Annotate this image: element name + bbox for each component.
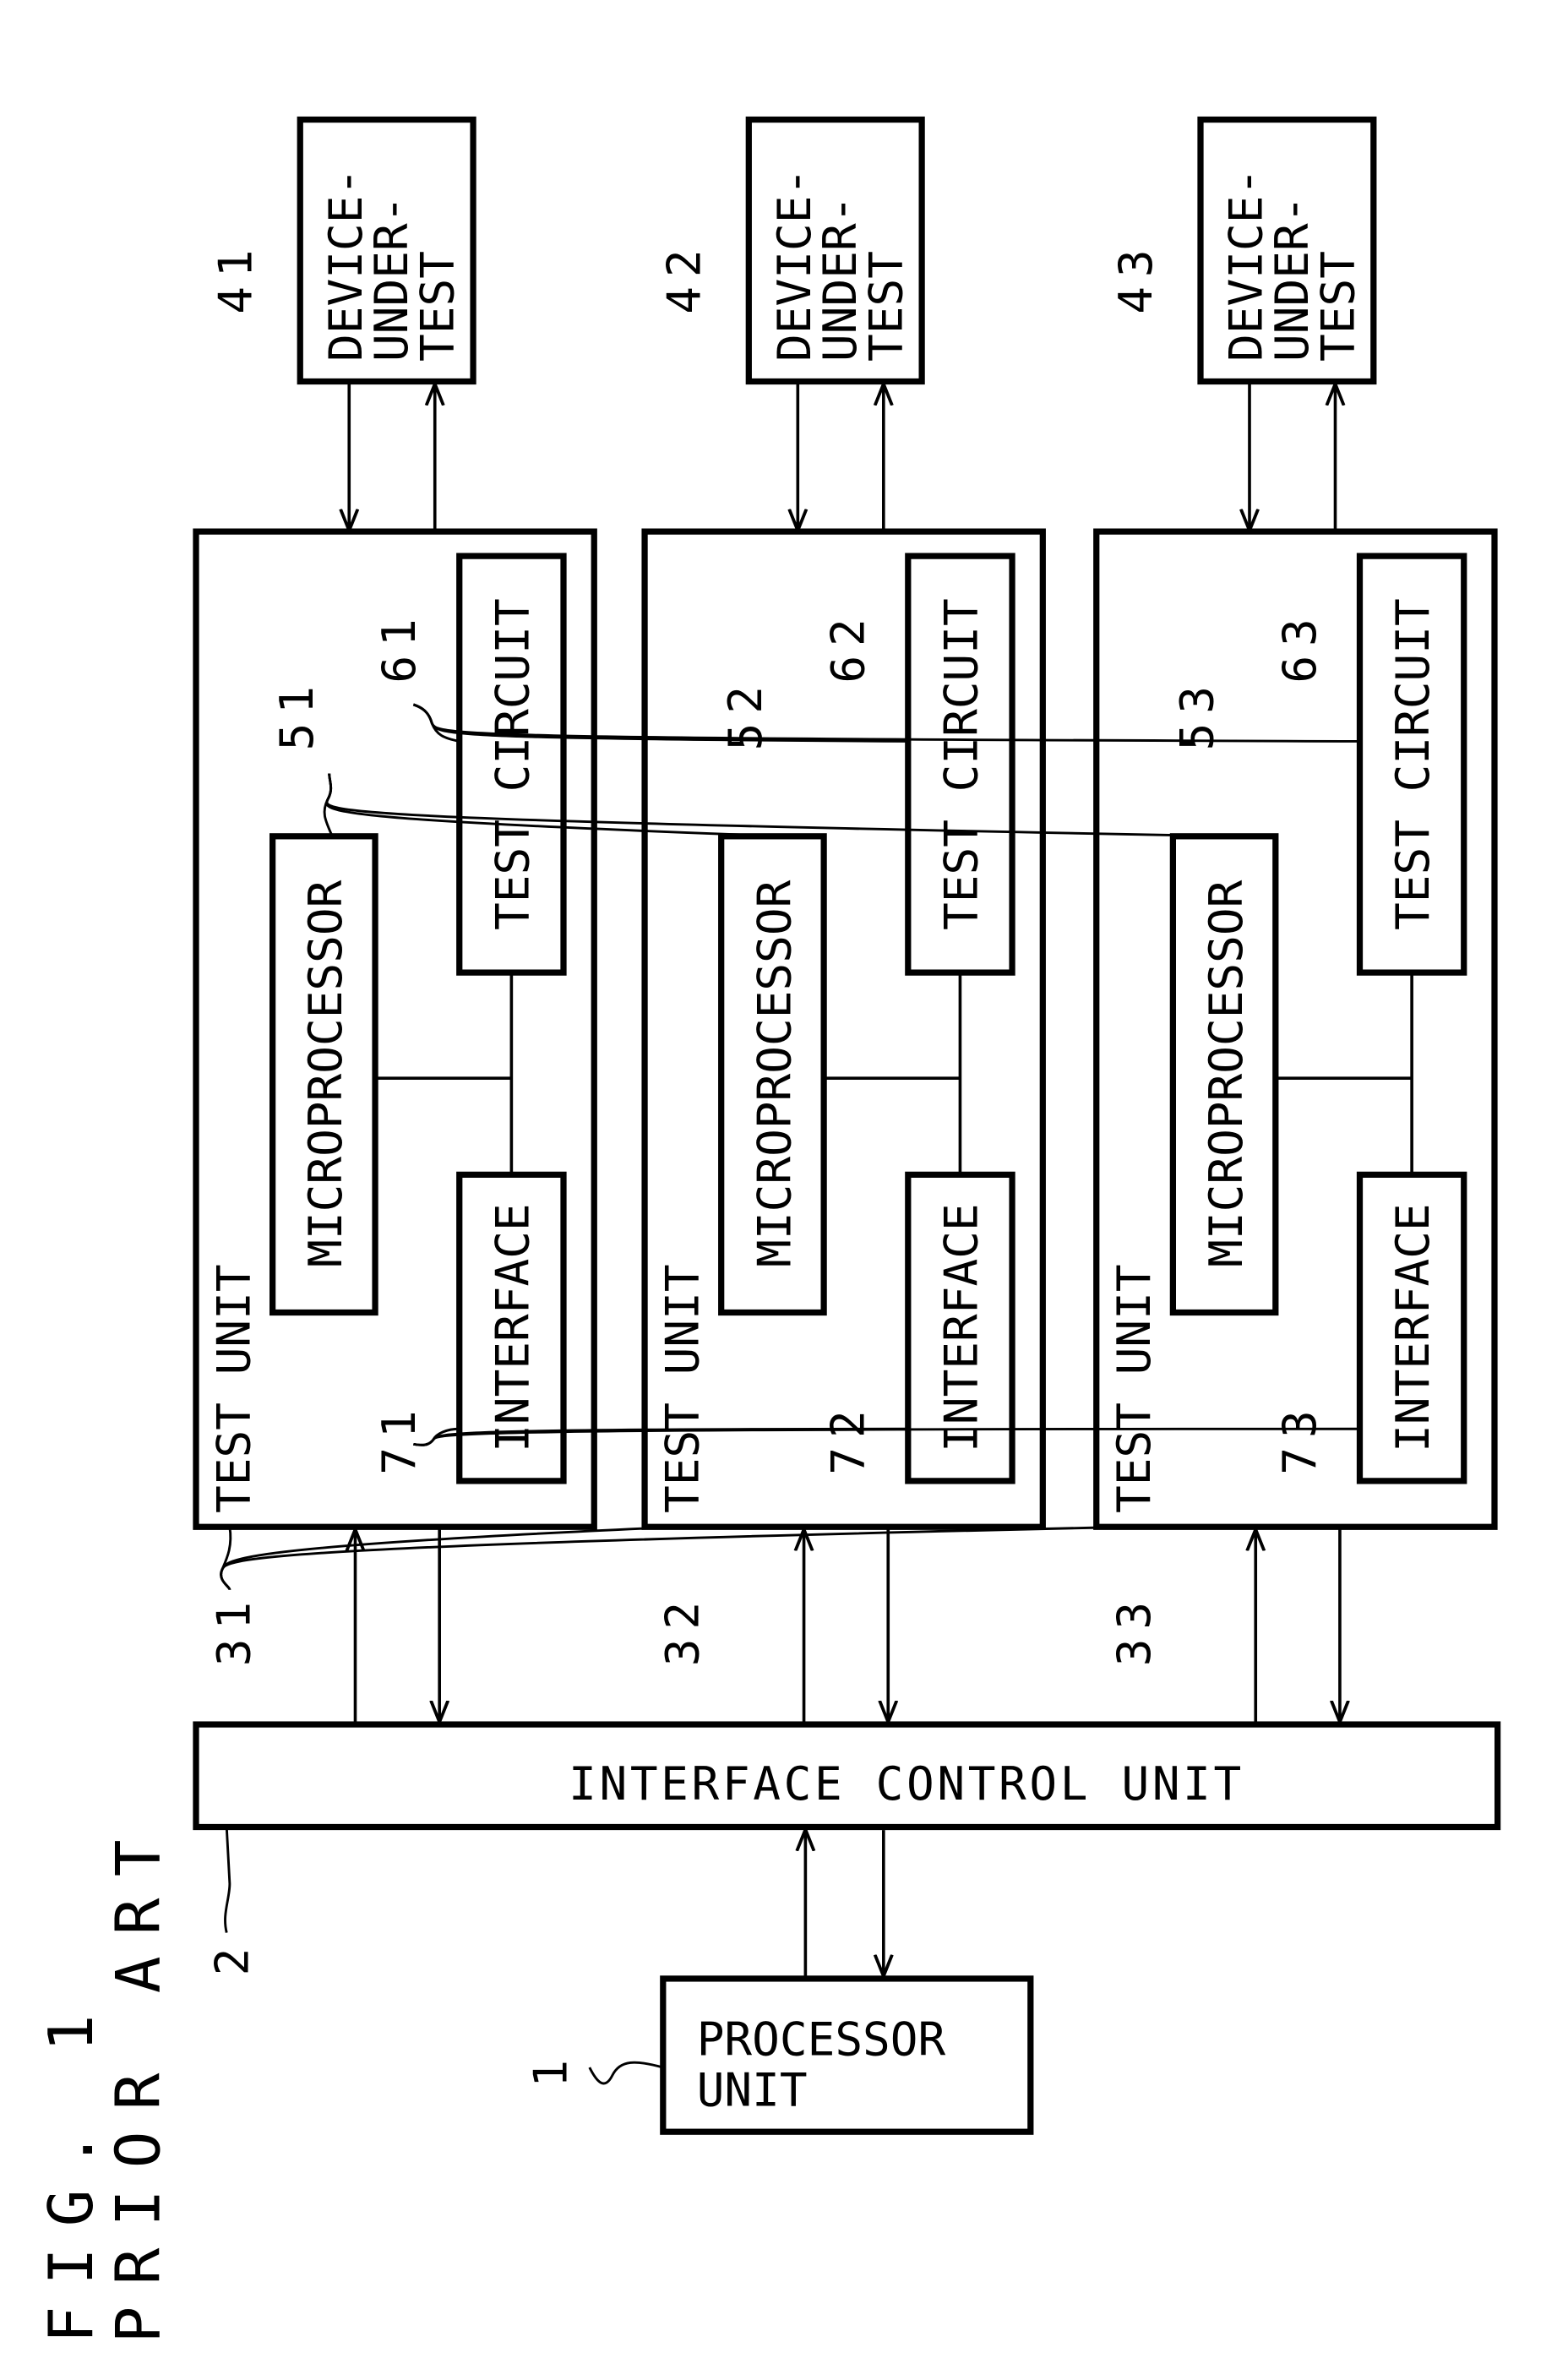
- ref-numeral-test-unit: 32: [656, 1593, 710, 1666]
- ref-numeral-interface: 71: [373, 1401, 426, 1474]
- device-under-test: DEVICE-UNDER-TEST42: [657, 120, 925, 385]
- device-under-test: DEVICE-UNDER-TEST41: [209, 120, 476, 385]
- ref-numeral-1: 1: [525, 2060, 578, 2088]
- test-units: DEVICE-UNDER-TEST41TEST UNIT31MICROPROCE…: [193, 120, 1498, 1725]
- microprocessor-label: MICROPROCESSOR: [299, 880, 352, 1266]
- ref-numeral-dut: 42: [657, 241, 710, 314]
- figure-subtitle: PRIOR ART: [104, 1818, 175, 2343]
- processor-unit-label-line1: PROCESSOR: [697, 2013, 946, 2067]
- interface-control-unit: INTERFACE CONTROL UNIT 2: [193, 1721, 1501, 1976]
- test-unit-label: TEST UNIT: [1108, 1264, 1161, 1513]
- ref-numeral-interface: 73: [1273, 1401, 1326, 1474]
- ref-numeral-test-circuit: 63: [1273, 609, 1326, 683]
- ref-numeral-test-unit: 31: [207, 1593, 260, 1666]
- dut-label-line: TEST: [1311, 251, 1364, 362]
- icu-label: INTERFACE CONTROL UNIT: [569, 1757, 1244, 1811]
- ref-numeral-test-circuit: 62: [821, 609, 874, 683]
- interface-label: INTERFACE: [486, 1203, 539, 1452]
- ref-numeral-dut: 43: [1109, 241, 1162, 314]
- test-unit-column: DEVICE-UNDER-TEST41TEST UNIT31MICROPROCE…: [193, 120, 597, 1725]
- leader-line: [588, 2061, 664, 2085]
- device-under-test: DEVICE-UNDER-TEST43: [1109, 120, 1377, 385]
- figure-title: FIG. 1: [36, 1993, 107, 2343]
- interface-label: INTERFACE: [1386, 1203, 1440, 1452]
- leader-line: [220, 1525, 679, 1591]
- ref-numeral-dut: 41: [209, 241, 262, 314]
- microprocessor-label: MICROPROCESSOR: [748, 880, 801, 1266]
- test-unit-label: TEST UNIT: [656, 1264, 710, 1513]
- test-unit: TEST UNIT 31 MICROPROCESSOR 51 TEST CIRCUIT 6…: [193, 528, 597, 1666]
- figure-caption: FIG. 1 PRIOR ART: [36, 1818, 175, 2343]
- test-circuit-label: TEST CIRCUIT: [486, 598, 539, 930]
- ref-numeral-test-circuit: 61: [373, 609, 426, 683]
- ref-numeral-2: 2: [206, 1948, 259, 1976]
- microprocessor-label: MICROPROCESSOR: [1200, 880, 1253, 1266]
- ref-numeral-interface: 72: [821, 1401, 874, 1474]
- test-circuit-label: TEST CIRCUIT: [934, 598, 988, 930]
- interface-label: INTERFACE: [934, 1203, 988, 1452]
- dut-label-line: TEST: [411, 251, 465, 362]
- ref-numeral-microprocessor: 51: [270, 677, 324, 750]
- ref-numeral-test-unit: 33: [1108, 1593, 1161, 1666]
- dut-label-line: TEST: [860, 251, 913, 362]
- processor-unit: PROCESSOR UNIT 1: [525, 1975, 1034, 2135]
- test-unit-label: TEST UNIT: [207, 1264, 260, 1513]
- test-circuit-label: TEST CIRCUIT: [1386, 598, 1440, 930]
- block-diagram: FIG. 1 PRIOR ART PROCESSOR UNIT 1 INTERF…: [0, 0, 1501, 2343]
- leader-line: [224, 1827, 231, 1933]
- processor-unit-label-line2: UNIT: [697, 2063, 808, 2116]
- leader-line: [220, 1525, 1130, 1591]
